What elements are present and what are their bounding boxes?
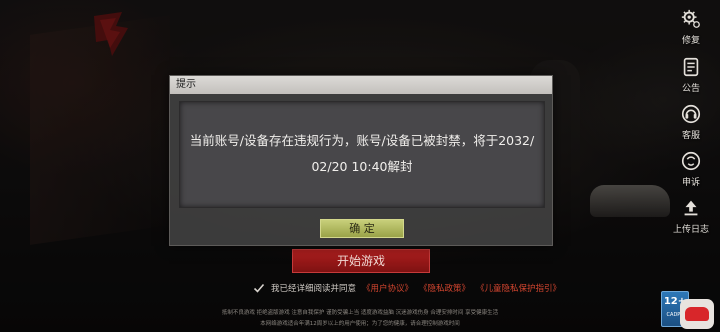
agreement-checkbox[interactable] (253, 282, 265, 294)
notice-icon (683, 57, 699, 77)
headset-icon (681, 104, 701, 124)
side-item-appeal[interactable]: 申诉 (662, 150, 720, 188)
confirm-button[interactable]: 确 定 (320, 219, 404, 238)
upload-icon (684, 200, 698, 216)
health-notice-line-2: 本网络游戏适合年满12周岁以上的用户使用；为了您的健康，请合理控制游戏时间 (260, 321, 460, 327)
agreement-text: 我已经详细阅读并同意 (271, 284, 357, 294)
corner-app-mark (685, 307, 709, 321)
side-item-label: 客服 (681, 131, 700, 141)
agreement-row: 我已经详细阅读并同意 《用户协议》 《隐私政策》 《儿童隐私保护指引》 (253, 281, 561, 295)
side-item-service[interactable]: 客服 (662, 103, 720, 141)
dialog-body: 当前账号/设备存在违规行为，账号/设备已被封禁，将于2032/02/20 10:… (179, 101, 545, 208)
side-item-label: 上传日志 (672, 225, 709, 235)
dialog-message: 当前账号/设备存在违规行为，账号/设备已被封禁，将于2032/02/20 10:… (189, 133, 535, 174)
dialog-title: 提示 (176, 79, 196, 90)
side-item-label: 修复 (681, 36, 700, 46)
privacy-policy-link[interactable]: 《隐私政策》 (419, 282, 470, 294)
side-item-repair[interactable]: 修复 (662, 8, 720, 46)
user-agreement-link[interactable]: 《用户协议》 (362, 282, 413, 294)
appeal-icon (681, 151, 701, 171)
child-privacy-link[interactable]: 《儿童隐私保护指引》 (476, 282, 561, 294)
start-game-button[interactable]: 开始游戏 (292, 249, 430, 273)
side-item-notice[interactable]: 公告 (662, 56, 720, 94)
side-item-label: 公告 (681, 84, 700, 94)
dialog-header: 提示 (170, 76, 552, 94)
health-notice-line-1: 抵制不良游戏 拒绝盗版游戏 注意自我保护 谨防受骗上当 适度游戏益脑 沉迷游戏伤… (221, 310, 499, 316)
side-item-upload-log[interactable]: 上传日志 (662, 197, 720, 235)
ban-notice-dialog: 提示 当前账号/设备存在违规行为，账号/设备已被封禁，将于2032/02/20 … (169, 75, 553, 246)
gear-icon (681, 9, 700, 28)
corner-app-icon[interactable] (680, 299, 714, 329)
side-item-label: 申诉 (681, 178, 700, 188)
